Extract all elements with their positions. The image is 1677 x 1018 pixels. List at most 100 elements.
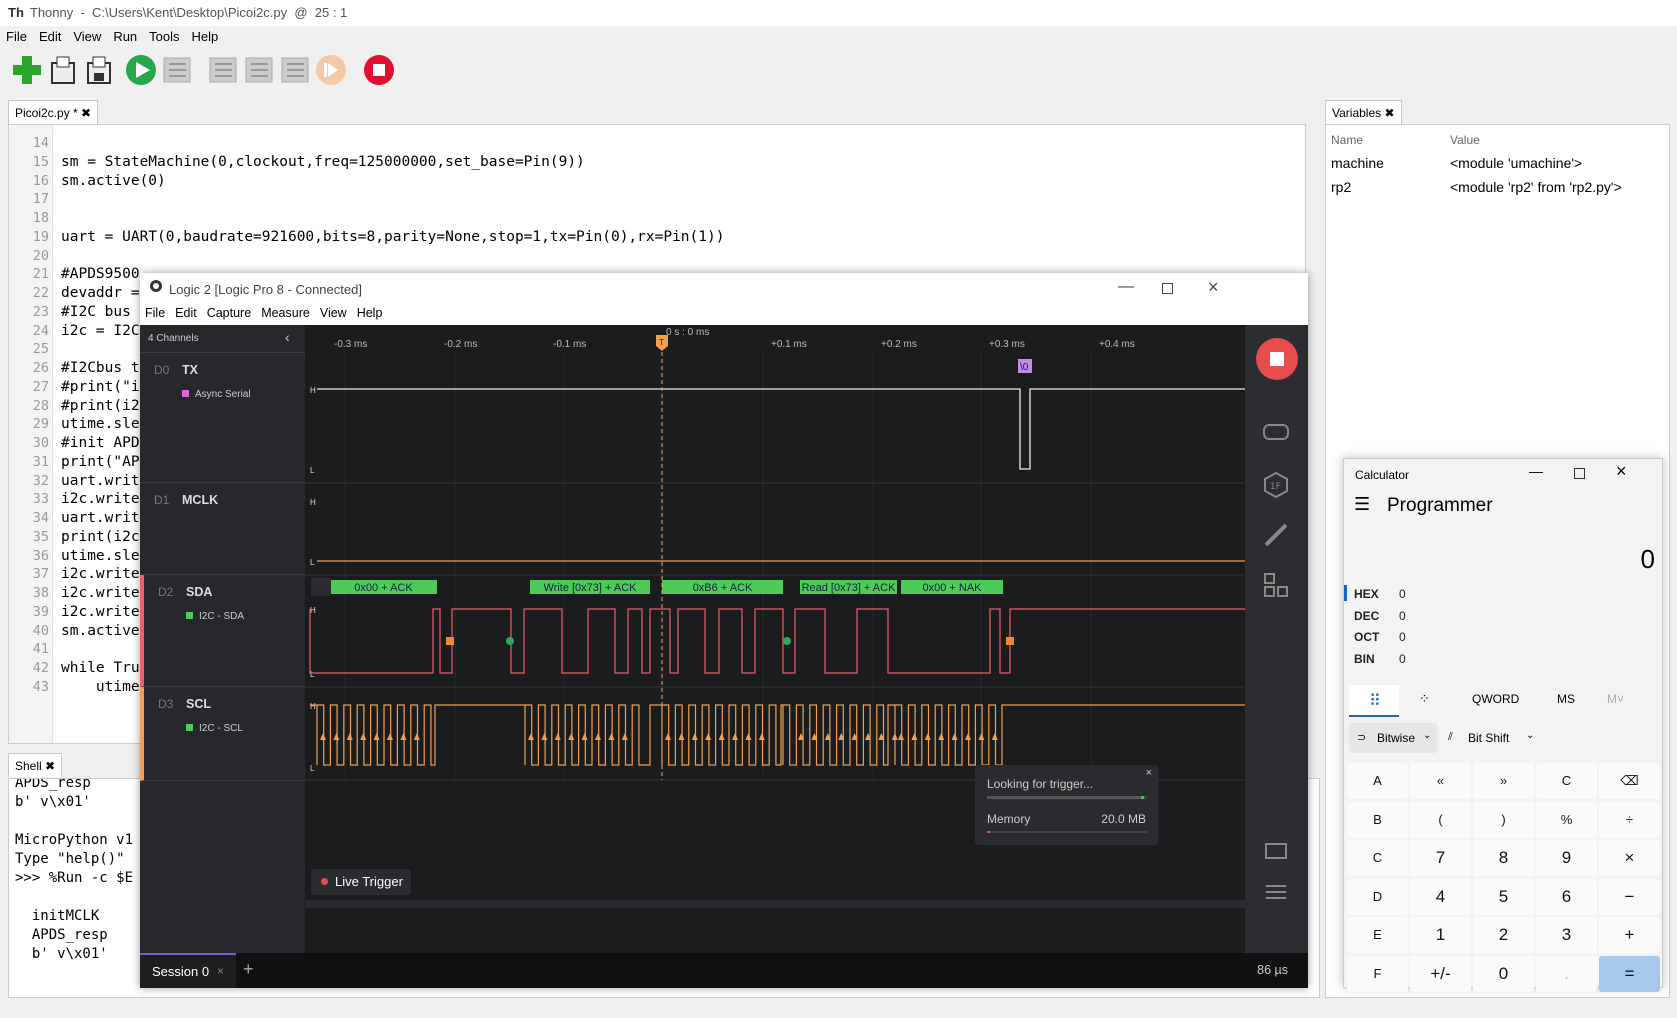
- add-session-icon[interactable]: +: [243, 959, 254, 980]
- code-line[interactable]: i2c.write: [61, 585, 140, 601]
- device-icon[interactable]: [1261, 417, 1291, 447]
- waveform-svg[interactable]: -0.3 ms -0.2 ms -0.1 ms 0 s : 0 ms +0.1 ms +0…: [305, 325, 1245, 953]
- close-icon[interactable]: ×: [1616, 461, 1627, 482]
- menu-view[interactable]: View: [67, 27, 107, 46]
- run-icon[interactable]: [124, 53, 158, 87]
- code-line[interactable]: print("AP: [61, 454, 140, 470]
- code-line[interactable]: i2c = I2C: [61, 323, 140, 339]
- analyzer-toggle-icon[interactable]: [311, 578, 331, 596]
- calc-key[interactable]: 7: [1410, 840, 1471, 876]
- minimize-icon[interactable]: —: [1118, 278, 1134, 296]
- calc-key[interactable]: +/-: [1410, 955, 1471, 992]
- menu-help[interactable]: Help: [186, 27, 225, 46]
- collapse-icon[interactable]: ‹: [285, 329, 290, 345]
- bitwise-dropdown[interactable]: ⊃ Bitwise ⌄: [1349, 723, 1437, 753]
- calc-key[interactable]: (: [1410, 801, 1471, 838]
- i2c-frame[interactable]: 0x00 + ACK: [330, 580, 437, 594]
- calc-key[interactable]: 5: [1473, 878, 1534, 915]
- calc-key[interactable]: %: [1536, 801, 1597, 838]
- code-line[interactable]: utime.sle: [61, 548, 140, 564]
- calc-key[interactable]: 2: [1473, 917, 1534, 953]
- code-line[interactable]: #init APD: [61, 435, 140, 451]
- i2c-frame[interactable]: Write [0x73] + ACK: [530, 580, 650, 594]
- tab-session-0[interactable]: Session 0 ×: [140, 953, 236, 988]
- calc-key[interactable]: «: [1410, 763, 1471, 799]
- code-line[interactable]: uart.writ: [61, 510, 140, 526]
- code-line[interactable]: sm = StateMachine(0,clockout,freq=125000…: [61, 154, 585, 170]
- resume-icon[interactable]: [314, 53, 348, 87]
- menu-icon[interactable]: [1261, 877, 1291, 907]
- keypad-toggle[interactable]: ⠿: [1349, 685, 1399, 717]
- calc-key[interactable]: B: [1347, 801, 1408, 838]
- logic-menu-capture[interactable]: Capture: [202, 303, 256, 323]
- tab-editor[interactable]: Picoi2c.py * ✖: [8, 100, 99, 124]
- i2c-frame[interactable]: 0xB6 + ACK: [662, 580, 783, 594]
- live-trigger-button[interactable]: Live Trigger: [311, 869, 411, 895]
- calc-key[interactable]: 8: [1473, 840, 1534, 876]
- calc-key[interactable]: =: [1599, 955, 1660, 992]
- radix-hex[interactable]: HEX: [1354, 587, 1379, 601]
- code-line[interactable]: #I2C bus: [61, 304, 131, 320]
- hamburger-menu-icon[interactable]: ☰: [1354, 494, 1370, 515]
- calc-key[interactable]: .: [1536, 955, 1597, 992]
- radix-bin[interactable]: BIN: [1354, 652, 1375, 666]
- radix-oct[interactable]: OCT: [1354, 630, 1379, 644]
- step-into-icon[interactable]: [242, 53, 276, 87]
- extensions-icon[interactable]: [1261, 570, 1291, 600]
- notes-icon[interactable]: [1261, 837, 1291, 867]
- logic-menu-view[interactable]: View: [315, 303, 352, 323]
- close-icon[interactable]: ✖: [1384, 106, 1394, 120]
- i2c-frame[interactable]: 0x00 + NAK: [901, 580, 1003, 594]
- code-line[interactable]: uart = UART(0,baudrate=921600,bits=8,par…: [61, 229, 724, 245]
- code-line[interactable]: #I2Cbus t: [61, 360, 140, 376]
- bitshift-dropdown[interactable]: ⫽ Bit Shift ⌄: [1444, 723, 1544, 753]
- new-file-icon[interactable]: [10, 53, 44, 87]
- logic-menu-file[interactable]: File: [140, 303, 170, 323]
- channel-row-d0[interactable]: D0 TX Async Serial: [140, 353, 305, 483]
- code-line[interactable]: i2c.write: [61, 491, 140, 507]
- word-size-button[interactable]: QWORD: [1472, 692, 1519, 706]
- logic-menu-edit[interactable]: Edit: [170, 303, 202, 323]
- channel-row-d3[interactable]: D3 SCL I2C - SCL: [140, 687, 305, 781]
- code-line[interactable]: i2c.write: [61, 604, 140, 620]
- calc-key[interactable]: 3: [1536, 917, 1597, 953]
- maximize-icon[interactable]: [1574, 468, 1585, 479]
- code-line[interactable]: #print(i2: [61, 398, 140, 414]
- calc-key[interactable]: 1: [1410, 917, 1471, 953]
- zoom-level[interactable]: 86 µs: [1257, 963, 1288, 977]
- measure-icon[interactable]: [1261, 520, 1291, 550]
- channel-row-d2[interactable]: D2 SDA I2C - SDA: [140, 575, 305, 687]
- var-value[interactable]: <module 'rp2' from 'rp2.py'>: [1450, 179, 1622, 195]
- calc-key[interactable]: 9: [1536, 840, 1597, 876]
- memory-store-button[interactable]: MS: [1557, 692, 1575, 706]
- close-icon[interactable]: ✖: [45, 759, 55, 773]
- calc-key[interactable]: −: [1599, 878, 1660, 915]
- minimize-icon[interactable]: —: [1529, 463, 1543, 479]
- calc-key[interactable]: ÷: [1599, 801, 1660, 838]
- code-line[interactable]: devaddr =: [61, 285, 140, 301]
- logic-menu-measure[interactable]: Measure: [256, 303, 315, 323]
- calc-key[interactable]: E: [1347, 917, 1408, 953]
- tab-shell[interactable]: Shell ✖: [8, 753, 63, 777]
- calc-key[interactable]: A: [1347, 763, 1408, 799]
- calc-key[interactable]: 0: [1473, 955, 1534, 992]
- tab-variables[interactable]: Variables ✖: [1325, 100, 1402, 124]
- maximize-icon[interactable]: [1162, 283, 1173, 294]
- close-icon[interactable]: ×: [1146, 767, 1152, 779]
- code-line[interactable]: i2c.write: [61, 566, 140, 582]
- analyzers-icon[interactable]: 1F: [1261, 470, 1291, 500]
- calc-key[interactable]: C: [1347, 840, 1408, 876]
- bit-toggle-icon[interactable]: ⁘: [1419, 691, 1430, 707]
- i2c-frame[interactable]: Read [0x73] + ACK: [800, 580, 897, 594]
- waveform-area[interactable]: -0.3 ms -0.2 ms -0.1 ms 0 s : 0 ms +0.1 ms +0…: [305, 325, 1245, 953]
- code-line[interactable]: #APDS9500: [61, 266, 140, 282]
- calc-key[interactable]: D: [1347, 878, 1408, 915]
- open-file-icon[interactable]: [46, 53, 80, 87]
- calc-key[interactable]: ): [1473, 801, 1534, 838]
- step-over-icon[interactable]: [206, 53, 240, 87]
- editor-scrollbar[interactable]: [1306, 124, 1320, 744]
- menu-file[interactable]: File: [0, 27, 33, 46]
- calc-key[interactable]: 4: [1410, 878, 1471, 915]
- code-line[interactable]: #print("i: [61, 379, 140, 395]
- radix-dec[interactable]: DEC: [1354, 609, 1379, 623]
